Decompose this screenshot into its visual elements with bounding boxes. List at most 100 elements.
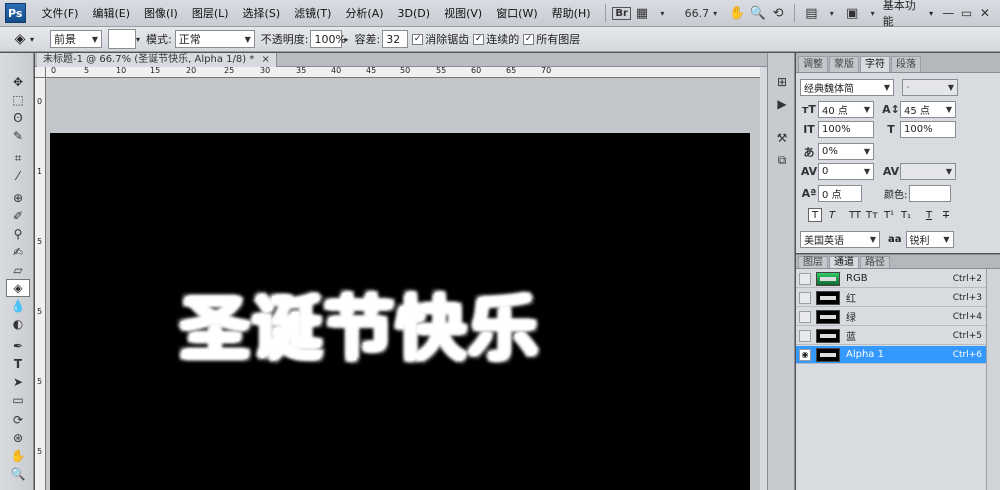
- dodge-tool-icon[interactable]: ◐: [6, 315, 30, 333]
- tab-channels[interactable]: 通道: [829, 256, 859, 268]
- menu-3d[interactable]: 3D(D): [398, 7, 431, 20]
- menu-view[interactable]: 视图(V): [444, 5, 482, 21]
- menu-file[interactable]: 文件(F): [42, 5, 79, 21]
- eyedropper-tool-icon[interactable]: ⁄: [6, 167, 30, 185]
- subscript-icon[interactable]: T₁: [899, 208, 913, 222]
- font-style-select[interactable]: - ▼: [902, 79, 958, 96]
- crop-tool-icon[interactable]: ⌗: [6, 149, 30, 167]
- channel-row-red[interactable]: 红 Ctrl+3: [796, 289, 986, 307]
- menu-help[interactable]: 帮助(H): [552, 5, 591, 21]
- leading-input[interactable]: 45 点 ▼: [900, 101, 956, 118]
- close-icon[interactable]: ✕: [976, 4, 994, 22]
- text-color-swatch[interactable]: [909, 185, 952, 202]
- document-tab[interactable]: 未标题-1 @ 66.7% (圣诞节快乐, Alpha 1/8) * ×: [37, 53, 277, 67]
- screen-mode-dropdown-icon[interactable]: ▾: [862, 3, 882, 23]
- pattern-swatch[interactable]: [108, 29, 137, 49]
- pen-tool-icon[interactable]: ✒: [6, 337, 30, 355]
- tab-paragraph[interactable]: 段落: [891, 56, 921, 72]
- superscript-icon[interactable]: T¹: [882, 208, 896, 222]
- brush-tool-icon[interactable]: ✐: [6, 207, 30, 225]
- channel-row-alpha-1[interactable]: ◉ Alpha 1 Ctrl+6: [796, 346, 986, 364]
- zoom-tool-icon[interactable]: 🔍: [6, 465, 30, 483]
- font-family-select[interactable]: 经典魏体简 ▼: [800, 79, 894, 96]
- mini-bridge-icon[interactable]: ▦: [632, 3, 652, 23]
- channels-scrollbar[interactable]: [986, 269, 1000, 490]
- kerning-input[interactable]: 0 ▼: [818, 163, 874, 180]
- paint-bucket-tool-icon[interactable]: ◈: [6, 279, 30, 297]
- contiguous-checkbox[interactable]: ✓: [473, 33, 485, 45]
- actions-panel-icon[interactable]: ▶: [772, 95, 792, 113]
- paint-bucket-icon[interactable]: ◈: [10, 29, 30, 49]
- tab-adjustments[interactable]: 调整: [798, 56, 828, 72]
- channel-row-blue[interactable]: 蓝 Ctrl+5: [796, 327, 986, 345]
- opacity-input[interactable]: 100%: [310, 30, 346, 48]
- faux-bold-icon[interactable]: T: [808, 208, 822, 222]
- hand-tool-icon[interactable]: ✋: [6, 447, 30, 465]
- all-caps-icon[interactable]: TT: [848, 208, 862, 222]
- lasso-tool-icon[interactable]: ʘ: [6, 109, 30, 127]
- horizontal-ruler[interactable]: 0 5 10 15 20 25 30 35 40 45 50 55 60 65 …: [46, 67, 767, 78]
- opacity-slider-icon[interactable]: ▸: [344, 35, 348, 44]
- rotate-view-icon[interactable]: ⟲: [768, 3, 788, 23]
- tsume-input[interactable]: 0% ▼: [818, 143, 874, 160]
- clone-source-icon[interactable]: ⧉: [772, 151, 792, 169]
- healing-brush-tool-icon[interactable]: ⊕: [6, 189, 30, 207]
- font-size-input[interactable]: 40 点 ▼: [818, 101, 874, 118]
- visibility-toggle[interactable]: [799, 272, 811, 285]
- extras-dropdown-icon[interactable]: ▾: [652, 3, 672, 23]
- shape-tool-icon[interactable]: ▭: [6, 391, 30, 409]
- tab-character[interactable]: 字符: [860, 56, 890, 72]
- zoom-tool-icon[interactable]: 🔍: [748, 3, 768, 23]
- tab-layers[interactable]: 图层: [798, 256, 828, 268]
- quick-select-tool-icon[interactable]: ✎: [6, 127, 30, 145]
- faux-italic-icon[interactable]: T: [825, 208, 839, 222]
- antialias-checkbox[interactable]: ✓: [412, 33, 424, 45]
- underline-icon[interactable]: T: [922, 208, 936, 222]
- move-tool-icon[interactable]: ✥: [6, 73, 30, 91]
- tracking-input[interactable]: ▼: [900, 163, 956, 180]
- workspace-switcher[interactable]: 基本功能 ▾ — ▭ ✕: [883, 0, 1000, 29]
- eraser-tool-icon[interactable]: ▱: [6, 261, 30, 279]
- zoom-level[interactable]: 66.7: [685, 7, 710, 20]
- arrange-dropdown-icon[interactable]: ▾: [822, 3, 842, 23]
- eye-icon[interactable]: ◉: [799, 348, 811, 361]
- channel-row-rgb[interactable]: RGB Ctrl+2: [796, 270, 986, 288]
- document-canvas[interactable]: 圣诞节快乐: [50, 133, 750, 490]
- mode-select[interactable]: 正常 ▼: [174, 30, 255, 48]
- path-select-tool-icon[interactable]: ➤: [6, 373, 30, 391]
- canvas-area[interactable]: 圣诞节快乐: [46, 78, 767, 490]
- arrange-documents-icon[interactable]: ▤: [801, 3, 821, 23]
- clone-stamp-tool-icon[interactable]: ⚲: [6, 225, 30, 243]
- menu-select[interactable]: 选择(S): [243, 5, 281, 21]
- baseline-shift-input[interactable]: 0 点: [818, 185, 862, 202]
- type-tool-icon[interactable]: T: [6, 355, 30, 373]
- vertical-scrollbar[interactable]: [760, 67, 767, 490]
- visibility-toggle[interactable]: [799, 310, 811, 323]
- all-layers-checkbox[interactable]: ✓: [523, 33, 535, 45]
- menu-window[interactable]: 窗口(W): [496, 5, 537, 21]
- fill-source-select[interactable]: 前景 ▼: [50, 30, 103, 48]
- vertical-ruler[interactable]: 0 1 5 5 5 5: [35, 78, 46, 490]
- tool-preset-dropdown-icon[interactable]: ▾: [30, 35, 34, 44]
- restore-icon[interactable]: ▭: [957, 4, 975, 22]
- 3d-orbit-tool-icon[interactable]: ⊛: [6, 429, 30, 447]
- vertical-scale-input[interactable]: 100%: [818, 121, 874, 138]
- tab-masks[interactable]: 蒙版: [829, 56, 859, 72]
- menu-image[interactable]: 图像(I): [144, 5, 178, 21]
- language-select[interactable]: 美国英语 ▼: [800, 231, 880, 248]
- tab-paths[interactable]: 路径: [860, 256, 890, 268]
- screen-mode-icon[interactable]: ▣: [842, 3, 862, 23]
- marquee-tool-icon[interactable]: ⬚: [6, 91, 30, 109]
- small-caps-icon[interactable]: Tᴛ: [865, 208, 879, 222]
- tool-presets-icon[interactable]: ⚒: [772, 129, 792, 147]
- history-panel-icon[interactable]: ⊞: [772, 73, 792, 91]
- hand-tool-icon[interactable]: ✋: [727, 3, 747, 23]
- menu-filter[interactable]: 滤镜(T): [294, 5, 331, 21]
- ruler-origin[interactable]: [35, 67, 46, 78]
- channel-row-green[interactable]: 绿 Ctrl+4: [796, 308, 986, 326]
- bridge-button[interactable]: Br: [611, 3, 631, 23]
- zoom-dropdown-icon[interactable]: ▾: [713, 9, 717, 18]
- visibility-toggle[interactable]: [799, 291, 811, 304]
- menu-analysis[interactable]: 分析(A): [345, 5, 383, 21]
- menu-layer[interactable]: 图层(L): [192, 5, 229, 21]
